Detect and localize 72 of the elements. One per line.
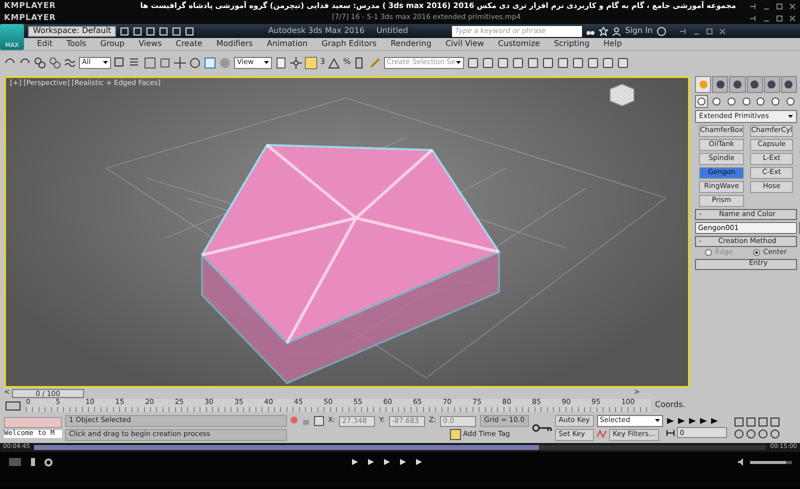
percent-snap-toggle[interactable]: % [343,58,351,67]
menu-item[interactable]: Scripting [546,40,597,48]
3d-mode-icon[interactable] [8,457,22,467]
key-mode-icon[interactable] [666,428,675,436]
play-icon[interactable] [688,417,697,425]
player-logo: KMPLAYER [4,2,56,10]
viewcube-icon[interactable] [610,83,634,107]
lights-category[interactable] [724,95,738,108]
select-icon[interactable] [114,56,126,68]
caret-icon [654,419,660,422]
menu-item[interactable]: Rendering [384,40,438,48]
axis-icon[interactable] [290,56,302,68]
snap-toggle[interactable]: 3 [320,58,326,67]
shapes-category[interactable] [710,95,723,108]
utilities-tab[interactable] [780,76,798,93]
key-icon[interactable] [532,422,552,432]
pin-icon[interactable] [750,2,757,10]
hierarchy-tab[interactable] [729,76,746,93]
menu-item[interactable]: Views [132,40,169,48]
help-icon[interactable] [656,26,666,36]
rotate-icon[interactable] [189,56,201,68]
caret-icon [103,61,108,64]
document-title: Untitled [376,26,408,36]
player-logo: KMPLAYER [4,14,56,22]
select-by-name-icon[interactable] [129,56,141,68]
close-icon[interactable] [718,28,726,34]
display-tab[interactable] [764,76,780,93]
menu-item[interactable]: Edit [30,40,60,48]
time-tag-icon[interactable] [450,429,461,440]
menu-item[interactable]: Animation [260,40,315,48]
systems-category[interactable] [784,95,798,108]
menu-item[interactable]: Group [93,40,132,48]
play-icon[interactable] [383,458,391,466]
menu-item[interactable]: Create [168,40,210,48]
maximize-icon[interactable] [706,28,713,34]
bind-icon[interactable] [64,56,76,68]
modify-tab[interactable] [712,76,728,93]
sun-icon [698,79,709,90]
caret-icon [788,115,793,118]
close-icon[interactable] [789,2,796,10]
workspace-dropdown[interactable]: Workspace: Default [28,26,116,36]
helpers-category[interactable] [754,95,768,108]
unlink-icon[interactable] [49,56,61,68]
coordinate-label: Coords. [655,401,686,410]
menu-item[interactable]: Modifiers [209,40,260,48]
caret-icon [456,61,461,64]
speaker-icon[interactable] [738,458,746,466]
move-icon[interactable] [174,56,186,68]
pin-icon[interactable] [750,14,757,22]
geometry-category[interactable] [695,95,708,108]
cameras-category[interactable] [740,95,752,108]
close-icon[interactable] [789,14,796,22]
angle-snap-icon[interactable] [328,56,340,68]
link-icon[interactable] [34,56,46,68]
user-icon[interactable] [612,26,622,36]
menu-item[interactable]: Civil View [438,40,491,48]
gengon-object-drawing[interactable] [200,144,500,384]
phone-icon[interactable] [30,457,36,467]
menu-item[interactable]: Customize [490,40,547,48]
space-warps-category[interactable] [769,95,782,108]
settings-icon[interactable] [44,458,53,466]
sign-in-link[interactable]: Sign In [625,26,653,36]
menu-item[interactable]: Tools [60,40,94,48]
scale-icon[interactable] [204,56,216,68]
caret-icon [264,61,269,64]
menu-item[interactable]: Help [596,40,629,48]
pin-icon[interactable] [680,28,687,34]
motion-tab[interactable] [746,76,763,93]
star-icon[interactable] [599,26,608,36]
key-curve-icon[interactable] [596,428,607,438]
menu-item[interactable]: Graph Editors [314,40,384,48]
app-title: Autodesk 3ds Max 2016 [268,26,364,36]
